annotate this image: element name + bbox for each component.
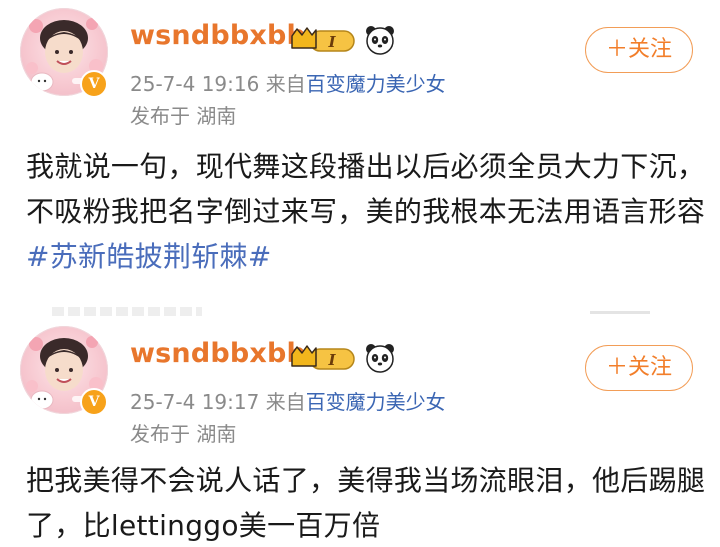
- username-link[interactable]: wsndbbxbb: [130, 20, 306, 51]
- post-time: 25-7-4 19:16: [130, 72, 260, 96]
- follow-button[interactable]: ＋关注: [585, 345, 693, 391]
- follow-button[interactable]: ＋关注: [585, 27, 693, 73]
- divider-decoration: [590, 311, 650, 314]
- post-card: V wsndbbxbb I 25-7-4 19:17 来自百变魔力美少女 发布于…: [0, 318, 720, 547]
- hashtag-link[interactable]: #苏新皓披荆斩棘#: [26, 240, 272, 273]
- post-meta: 25-7-4 19:16 来自百变魔力美少女: [130, 68, 446, 97]
- divider-decoration: [52, 307, 202, 316]
- source-prefix: 来自: [265, 390, 306, 414]
- verified-icon: V: [80, 70, 108, 98]
- post-meta: 25-7-4 19:17 来自百变魔力美少女: [130, 386, 446, 415]
- verified-icon: V: [80, 388, 108, 416]
- post-text: 把我美得不会说人话了，美得我当场流眼泪，他后踢腿了，比lettinggo美一百万…: [26, 458, 706, 547]
- post-text: 我就说一句，现代舞这段播出以后必须全员大力下沉，不吸粉我把名字倒过来写，美的我根…: [26, 144, 706, 279]
- post-location: 发布于 湖南: [130, 104, 237, 128]
- username-link[interactable]: wsndbbxbb: [130, 338, 306, 369]
- weibo-feed: V wsndbbxbb I 25-7-4 19:16 来自百变魔力美少女 发布于…: [0, 0, 720, 547]
- source-prefix: 来自: [265, 72, 306, 96]
- svg-text:I: I: [327, 351, 336, 369]
- source-link[interactable]: 百变魔力美少女: [306, 72, 446, 96]
- post-body: 我就说一句，现代舞这段播出以后必须全员大力下沉，不吸粉我把名字倒过来写，美的我根…: [26, 150, 706, 228]
- svg-text:I: I: [327, 33, 336, 51]
- source-link[interactable]: 百变魔力美少女: [306, 390, 446, 414]
- post-body: 把我美得不会说人话了，美得我当场流眼泪，他后踢腿了，比lettinggo美一百万…: [26, 464, 706, 542]
- post-time: 25-7-4 19:17: [130, 390, 260, 414]
- panda-icon: [366, 344, 394, 373]
- crown-badge-icon[interactable]: I: [290, 344, 360, 372]
- post-card: V wsndbbxbb I 25-7-4 19:16 来自百变魔力美少女 发布于…: [0, 0, 720, 300]
- panda-icon: [366, 26, 394, 55]
- post-location: 发布于 湖南: [130, 422, 237, 446]
- crown-badge-icon[interactable]: I: [290, 26, 360, 54]
- post-divider: [0, 300, 720, 318]
